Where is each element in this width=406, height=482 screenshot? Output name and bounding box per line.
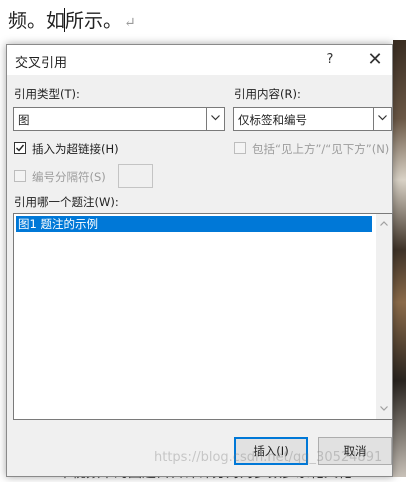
insert-hyperlink-checkbox[interactable]	[14, 142, 26, 154]
chevron-down-icon[interactable]	[206, 108, 224, 130]
separate-numbers-checkbox[interactable]	[14, 170, 26, 182]
which-caption-label: 引用哪一个题注(W):	[14, 195, 119, 209]
document-text: 频。如所示。 ↵	[8, 6, 136, 33]
paragraph-mark-icon: ↵	[124, 15, 136, 31]
reference-content-label: 引用内容(R):	[234, 87, 301, 101]
reference-content-select[interactable]: 仅标签和编号	[233, 107, 392, 131]
chevron-down-icon[interactable]	[373, 108, 391, 130]
reference-type-value: 图	[18, 113, 30, 127]
scroll-down-icon[interactable]	[376, 401, 392, 417]
include-above-below-checkbox[interactable]	[234, 142, 246, 154]
separate-numbers-row[interactable]: 编号分隔符(S)	[14, 169, 114, 185]
caption-listbox[interactable]: 图1 题注的示例	[13, 213, 393, 420]
include-above-below-label: 包括“见上方”/“见下方”(N)	[252, 142, 390, 156]
watermark: https://blog.csdn.net/qq_30524891	[154, 450, 383, 465]
separate-numbers-label: 编号分隔符(S)	[32, 170, 106, 184]
scroll-up-icon[interactable]	[376, 216, 392, 232]
cross-reference-dialog: 交叉引用 ? ✕ 引用类型(T): 图 引用内容(R): 仅标签和编号 插入为超…	[6, 44, 393, 477]
document-line: 频。如所示。	[8, 10, 123, 32]
reference-type-label: 引用类型(T):	[14, 87, 80, 101]
list-item[interactable]: 图1 题注的示例	[16, 216, 372, 232]
insert-hyperlink-row[interactable]: 插入为超链接(H)	[14, 141, 174, 157]
reference-type-select[interactable]: 图	[13, 107, 225, 131]
include-above-below-row[interactable]: 包括“见上方”/“见下方”(N)	[234, 141, 392, 157]
vertical-scrollbar[interactable]	[376, 214, 392, 419]
insert-hyperlink-label: 插入为超链接(H)	[32, 142, 119, 156]
dialog-titlebar[interactable]: 交叉引用 ? ✕	[7, 45, 392, 75]
reference-content-value: 仅标签和编号	[238, 113, 307, 127]
separator-input[interactable]	[118, 164, 153, 188]
text-cursor	[64, 8, 65, 32]
help-button[interactable]: ?	[319, 49, 341, 71]
dialog-title: 交叉引用	[15, 56, 68, 71]
close-button[interactable]: ✕	[363, 49, 387, 71]
document-image-edge	[393, 40, 406, 477]
